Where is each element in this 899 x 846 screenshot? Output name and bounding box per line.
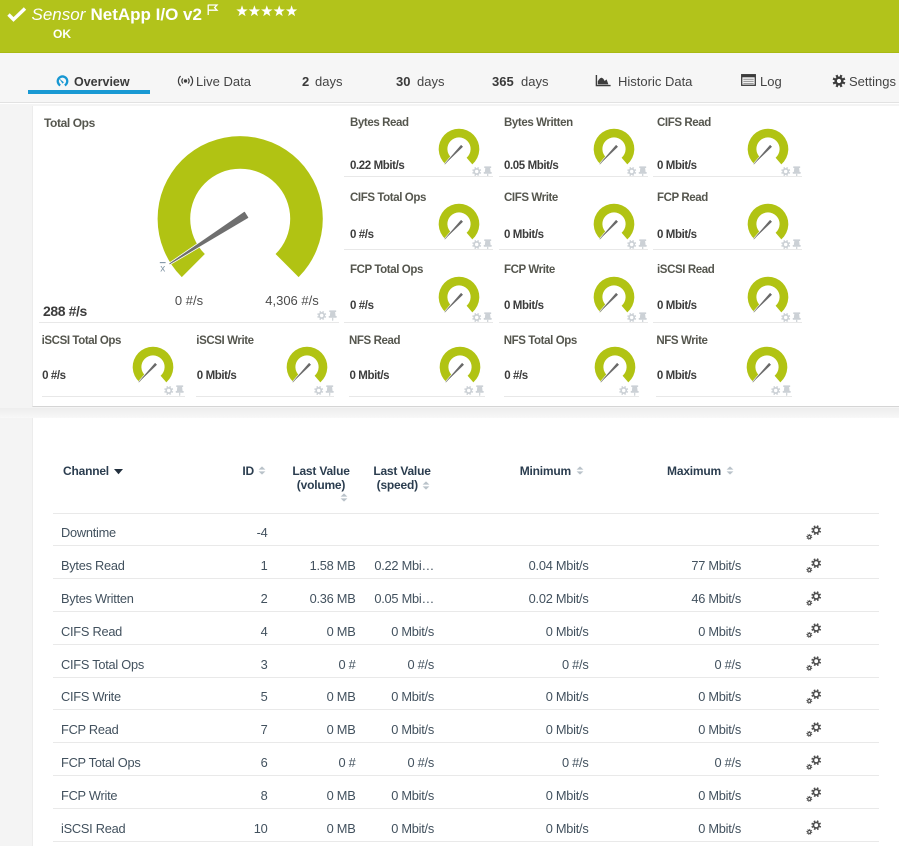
svg-text:x: x bbox=[160, 264, 165, 275]
